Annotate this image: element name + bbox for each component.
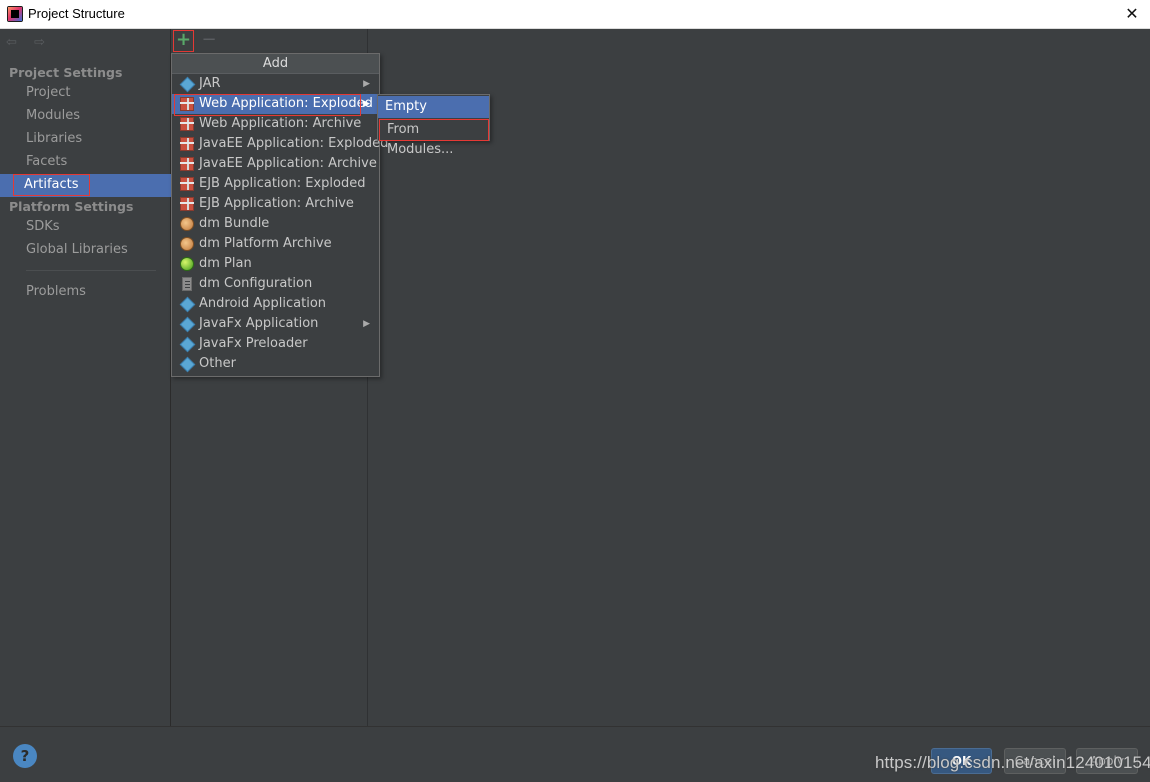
project-settings-header: Project Settings xyxy=(9,65,123,80)
gift-icon xyxy=(180,157,194,171)
sidebar-item-label: Global Libraries xyxy=(26,242,128,257)
add-menu-item[interactable]: dm Plan xyxy=(172,254,379,274)
add-menu-item[interactable]: Web Application: Exploded ▶ xyxy=(172,94,379,116)
add-menu-item-label: Web Application: Exploded xyxy=(199,96,373,111)
add-menu-item-label: EJB Application: Exploded xyxy=(199,176,366,191)
add-menu-item[interactable]: Android Application xyxy=(172,294,379,314)
add-menu-title: Add xyxy=(172,54,379,74)
add-menu-item-label: dm Platform Archive xyxy=(199,236,332,251)
window-title: Project Structure xyxy=(28,6,125,21)
sidebar-item-libraries[interactable]: Libraries xyxy=(0,128,171,151)
add-menu-item-label: Android Application xyxy=(199,296,327,311)
sidebar-item-facets[interactable]: Facets xyxy=(0,151,171,174)
submenu-item-from-modules[interactable]: From Modules... xyxy=(379,119,489,157)
forward-arrow-icon[interactable]: ⇨ xyxy=(34,35,50,50)
add-menu-item-label: dm Bundle xyxy=(199,216,270,231)
nav-arrows: ⇦ ⇨ xyxy=(6,35,58,51)
add-menu-item[interactable]: dm Configuration xyxy=(172,274,379,294)
add-menu-item-label: JavaFx Preloader xyxy=(199,336,308,351)
sidebar-item-modules[interactable]: Modules xyxy=(0,105,171,128)
gift-icon xyxy=(180,197,194,211)
add-menu-item-label: Other xyxy=(199,356,236,371)
add-menu-item[interactable]: dm Bundle xyxy=(172,214,379,234)
sidebar-item-label: Project xyxy=(26,85,71,100)
gift-icon xyxy=(180,137,194,151)
sidebar-item-sdks[interactable]: SDKs xyxy=(0,216,171,239)
diamond-icon xyxy=(180,297,194,311)
platform-settings-header: Platform Settings xyxy=(9,199,134,214)
help-button[interactable]: ? xyxy=(13,744,37,768)
add-menu-item[interactable]: JAR ▶ xyxy=(172,74,379,94)
add-menu-item[interactable]: JavaFx Application ▶ xyxy=(172,314,379,334)
sidebar-item-artifacts[interactable]: Artifacts xyxy=(0,174,171,197)
remove-artifact-button[interactable]: − xyxy=(200,30,218,52)
diamond-icon xyxy=(180,357,194,371)
submenu-arrow-icon: ▶ xyxy=(363,99,370,109)
document-icon xyxy=(182,277,192,291)
diamond-icon xyxy=(180,317,194,331)
close-button[interactable]: ✕ xyxy=(1120,3,1144,25)
bundle-icon xyxy=(180,217,194,231)
submenu-item-empty[interactable]: Empty xyxy=(378,96,489,118)
web-app-exploded-submenu: Empty From Modules... xyxy=(377,94,490,157)
add-menu-item-label: JavaEE Application: Exploded xyxy=(199,136,389,151)
submenu-arrow-icon: ▶ xyxy=(363,319,370,329)
add-menu-item[interactable]: dm Platform Archive xyxy=(172,234,379,254)
sidebar-item-label: Artifacts xyxy=(13,174,90,196)
sidebar-divider xyxy=(26,270,156,271)
diamond-icon xyxy=(180,77,194,91)
add-menu-item[interactable]: EJB Application: Archive xyxy=(172,194,379,214)
add-artifact-menu: Add JAR ▶ Web Application: Exploded ▶ Web Ap… xyxy=(171,53,388,377)
sidebar-item-label: Libraries xyxy=(26,131,83,146)
sidebar-item-label: SDKs xyxy=(26,219,60,234)
submenu-arrow-icon: ▶ xyxy=(363,79,370,89)
sidebar-item-global-libraries[interactable]: Global Libraries xyxy=(0,239,171,262)
add-menu-item[interactable]: Other xyxy=(172,354,379,374)
add-menu-item-label: dm Plan xyxy=(199,256,252,271)
sidebar-item-label: Problems xyxy=(26,284,86,299)
back-arrow-icon[interactable]: ⇦ xyxy=(6,35,22,50)
ok-button[interactable]: OK xyxy=(931,748,992,774)
settings-sidebar: ⇦ ⇨ Project Settings Project Modules Lib… xyxy=(0,29,171,726)
sidebar-item-label: Facets xyxy=(26,154,68,169)
gift-icon xyxy=(180,117,194,131)
add-menu-item[interactable]: JavaEE Application: Archive xyxy=(172,154,379,174)
add-menu-item[interactable]: JavaEE Application: Exploded xyxy=(172,134,388,154)
dialog-button-bar: ? OK Cancel Apply https://blog.csdn.net/… xyxy=(0,726,1150,782)
title-bar: Project Structure ✕ xyxy=(0,0,1150,29)
gift-icon xyxy=(180,177,194,191)
add-menu-item-label: Web Application: Archive xyxy=(199,116,362,131)
apply-button[interactable]: Apply xyxy=(1076,748,1138,774)
add-artifact-button[interactable]: + xyxy=(173,30,194,52)
sidebar-item-project[interactable]: Project xyxy=(0,82,171,105)
gift-icon xyxy=(180,97,194,111)
diamond-icon xyxy=(180,337,194,351)
add-menu-item[interactable]: JavaFx Preloader xyxy=(172,334,379,354)
sidebar-item-label: Modules xyxy=(26,108,81,123)
add-menu-item-label: JavaEE Application: Archive xyxy=(199,156,377,171)
add-menu-item-label: dm Configuration xyxy=(199,276,313,291)
add-menu-item-label: JAR xyxy=(199,76,221,91)
add-menu-item-label: EJB Application: Archive xyxy=(199,196,354,211)
intellij-app-icon xyxy=(7,6,23,22)
add-menu-item[interactable]: EJB Application: Exploded xyxy=(172,174,379,194)
bundle-icon xyxy=(180,237,194,251)
add-menu-item-label: JavaFx Application xyxy=(199,316,319,331)
add-menu-item[interactable]: Web Application: Archive xyxy=(172,114,379,134)
plan-icon xyxy=(180,257,194,271)
cancel-button[interactable]: Cancel xyxy=(1004,748,1066,774)
sidebar-item-problems[interactable]: Problems xyxy=(0,281,171,304)
